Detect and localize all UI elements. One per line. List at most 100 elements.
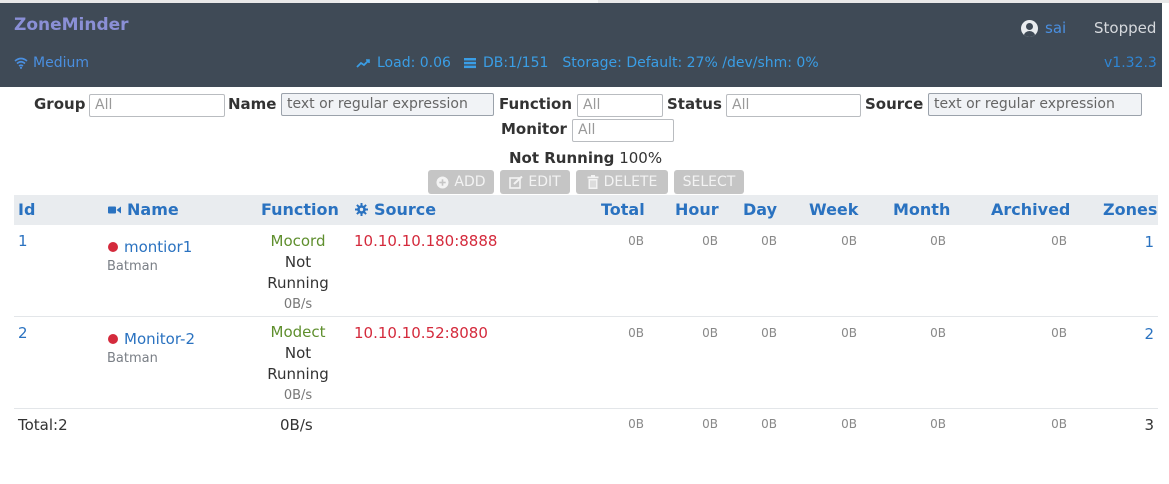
column-header-hour[interactable]: Hour bbox=[675, 200, 719, 219]
events-hour[interactable]: 0B bbox=[674, 234, 718, 248]
column-header-month[interactable]: Month bbox=[893, 200, 950, 219]
user-icon bbox=[1021, 19, 1038, 37]
column-header-total[interactable]: Total bbox=[601, 200, 645, 219]
status-label: Status bbox=[667, 95, 722, 113]
events-total[interactable]: 0B bbox=[600, 326, 644, 340]
edit-button[interactable]: EDIT bbox=[500, 170, 570, 194]
status-select[interactable]: All bbox=[726, 94, 861, 117]
name-label: Name bbox=[228, 95, 277, 113]
username[interactable]: sai bbox=[1045, 19, 1066, 37]
gear-icon bbox=[355, 203, 368, 216]
user-menu[interactable]: sai bbox=[1021, 19, 1066, 37]
function-status-line2: Running bbox=[267, 365, 329, 383]
source-label: Source bbox=[865, 95, 924, 113]
column-header-function[interactable]: Function bbox=[261, 200, 339, 219]
wifi-icon bbox=[14, 57, 28, 69]
function-mode[interactable]: Modect bbox=[253, 322, 343, 343]
events-week[interactable]: 0B bbox=[813, 234, 857, 248]
column-header-week[interactable]: Week bbox=[809, 200, 858, 219]
total-events-hour: 0B bbox=[702, 417, 718, 431]
bandwidth-link[interactable]: Medium bbox=[14, 55, 89, 71]
total-count: Total:2 bbox=[18, 416, 68, 434]
trash-icon bbox=[587, 175, 599, 189]
total-events-total: 0B bbox=[628, 417, 644, 431]
state-summary-label: Not Running bbox=[509, 149, 615, 167]
function-label: Function bbox=[499, 95, 573, 113]
column-header-source[interactable]: Source bbox=[355, 200, 436, 219]
events-day[interactable]: 0B bbox=[733, 326, 777, 340]
monitor-source-link[interactable]: 10.10.10.180:8888 bbox=[354, 232, 497, 250]
column-header-name[interactable]: Name bbox=[108, 200, 179, 219]
table-header bbox=[14, 195, 1158, 225]
monitor-id-link[interactable]: 2 bbox=[18, 324, 28, 342]
db-value: DB:1/151 bbox=[482, 55, 549, 71]
monitor-function[interactable]: Mocord Not Running 0B/s bbox=[253, 231, 343, 315]
add-button[interactable]: ADD bbox=[428, 170, 494, 194]
monitor-group: Batman bbox=[107, 351, 158, 366]
monitor-group: Batman bbox=[107, 259, 158, 274]
column-header-zones[interactable]: Zones bbox=[1103, 200, 1157, 219]
events-total[interactable]: 0B bbox=[600, 234, 644, 248]
function-rate: 0B/s bbox=[283, 297, 313, 312]
group-select[interactable]: All bbox=[89, 94, 225, 117]
version[interactable]: v1.32.3 bbox=[1104, 55, 1157, 71]
delete-button[interactable]: DELETE bbox=[576, 170, 668, 194]
events-month[interactable]: 0B bbox=[902, 234, 946, 248]
system-status: Load: 0.06 DB:1/151 Storage: Default: 27… bbox=[356, 55, 819, 71]
function-status-line1: Not bbox=[284, 253, 312, 271]
zones-link[interactable]: 2 bbox=[1112, 325, 1154, 343]
total-events-month: 0B bbox=[930, 417, 946, 431]
total-events-archived: 0B bbox=[1051, 417, 1067, 431]
plus-circle-icon bbox=[436, 176, 449, 188]
function-status-line2: Running bbox=[267, 274, 329, 292]
events-week[interactable]: 0B bbox=[813, 326, 857, 340]
storage-value[interactable]: Storage: Default: 27% /dev/shm: 0% bbox=[562, 55, 818, 71]
monitor-name-link[interactable]: Monitor-2 bbox=[108, 330, 195, 348]
status-dot-icon bbox=[108, 334, 118, 344]
function-select[interactable]: All bbox=[577, 94, 663, 117]
database-icon bbox=[463, 58, 476, 69]
total-zones: 3 bbox=[1144, 416, 1154, 434]
events-day[interactable]: 0B bbox=[733, 234, 777, 248]
function-status-line1: Not bbox=[284, 344, 312, 362]
state-summary-percent: 100% bbox=[619, 149, 663, 167]
select-button[interactable]: SELECT bbox=[674, 170, 744, 194]
monitor-name-link[interactable]: montior1 bbox=[108, 238, 192, 256]
monitor-function[interactable]: Modect Not Running 0B/s bbox=[253, 322, 343, 406]
events-hour[interactable]: 0B bbox=[674, 326, 718, 340]
total-events-day: 0B bbox=[761, 417, 777, 431]
function-rate: 0B/s bbox=[283, 388, 313, 403]
function-mode[interactable]: Mocord bbox=[253, 231, 343, 252]
video-camera-icon bbox=[108, 206, 121, 213]
row-divider bbox=[14, 408, 1158, 409]
add-button-label: ADD bbox=[454, 174, 486, 190]
edit-button-label: EDIT bbox=[528, 174, 561, 190]
total-events-week: 0B bbox=[841, 417, 857, 431]
column-header-id[interactable]: Id bbox=[18, 200, 35, 219]
column-header-day[interactable]: Day bbox=[743, 200, 777, 219]
trending-up-icon bbox=[356, 59, 370, 68]
source-filter-input[interactable]: text or regular expression bbox=[928, 93, 1142, 116]
navbar: ZoneMinder sai Stopped Medium Load: 0.06… bbox=[0, 3, 1162, 87]
monitor-source-link[interactable]: 10.10.10.52:8080 bbox=[354, 324, 488, 342]
column-header-archived[interactable]: Archived bbox=[991, 200, 1070, 219]
name-filter-input[interactable]: text or regular expression bbox=[281, 93, 494, 116]
run-state[interactable]: Stopped bbox=[1094, 19, 1156, 37]
column-header-name-label: Name bbox=[127, 200, 179, 219]
total-rate: 0B/s bbox=[280, 416, 313, 434]
edit-icon bbox=[509, 175, 524, 189]
zones-link[interactable]: 1 bbox=[1112, 233, 1154, 251]
group-label: Group bbox=[34, 95, 86, 113]
brand-logo[interactable]: ZoneMinder bbox=[14, 15, 129, 35]
events-month[interactable]: 0B bbox=[902, 326, 946, 340]
bandwidth-label[interactable]: Medium bbox=[33, 55, 89, 71]
monitor-name-label[interactable]: montior1 bbox=[124, 238, 192, 256]
events-archived[interactable]: 0B bbox=[1023, 326, 1067, 340]
events-archived[interactable]: 0B bbox=[1023, 234, 1067, 248]
delete-button-label: DELETE bbox=[603, 174, 658, 190]
monitor-id-link[interactable]: 1 bbox=[18, 232, 28, 250]
monitor-name-label[interactable]: Monitor-2 bbox=[124, 330, 195, 348]
column-header-source-label: Source bbox=[374, 200, 437, 219]
monitor-select[interactable]: All bbox=[572, 119, 674, 142]
monitor-label: Monitor bbox=[501, 120, 567, 138]
